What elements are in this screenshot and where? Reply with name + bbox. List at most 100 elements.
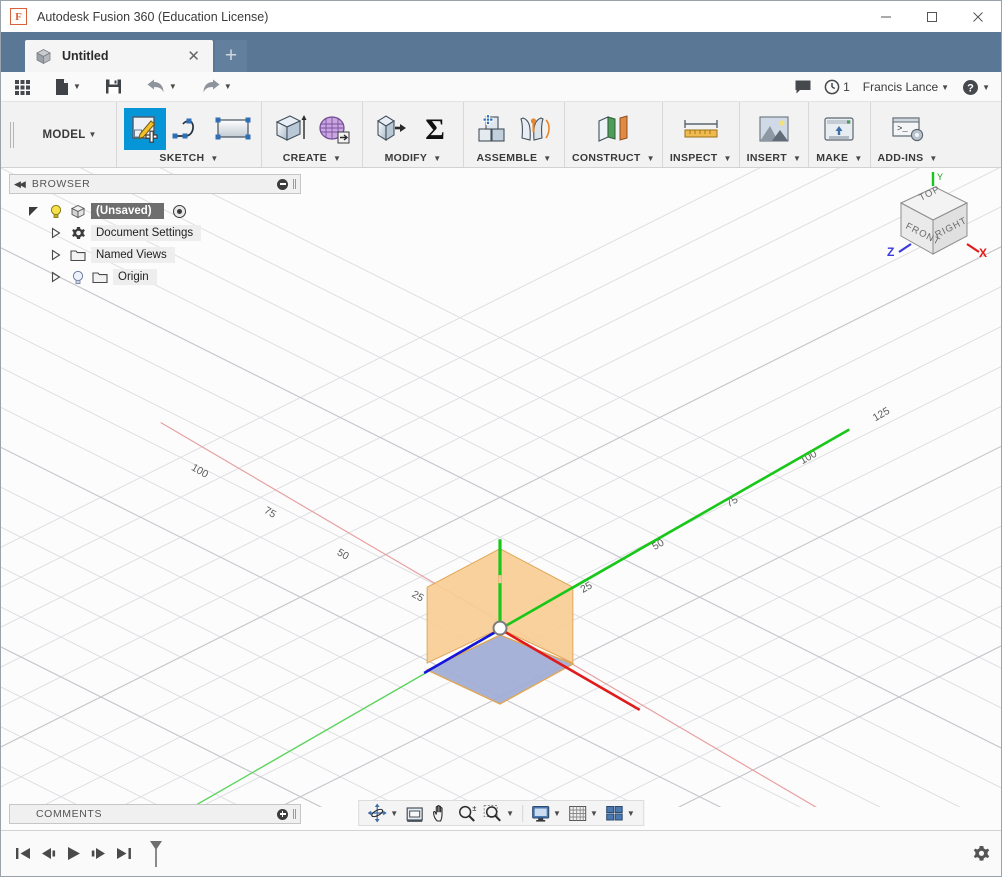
ribbon-group-title-addins[interactable]: ADD-INS ▼	[878, 152, 938, 167]
group-label: INSPECT	[669, 152, 718, 164]
3d-print-button[interactable]	[818, 108, 860, 150]
workspace-selector[interactable]: MODEL ▼	[23, 102, 117, 167]
offset-plane-button[interactable]	[592, 108, 634, 150]
svg-text:>_: >_	[897, 124, 908, 134]
expander-collapsed-icon[interactable]	[47, 227, 65, 239]
step-back-button[interactable]	[36, 839, 61, 869]
new-component-button[interactable]	[471, 108, 513, 150]
timeline-settings[interactable]	[972, 831, 991, 877]
origin-point	[492, 620, 508, 636]
display-settings-button[interactable]: ▼	[528, 801, 564, 825]
undo-button[interactable]: ▼	[141, 74, 182, 100]
chevron-down-icon: ▼	[210, 153, 219, 163]
ribbon-group-title-assemble[interactable]: ASSEMBLE ▼	[477, 152, 552, 167]
comments-panel[interactable]: COMMENTS	[9, 804, 301, 824]
create-form-button[interactable]	[313, 108, 355, 150]
ribbon-grip[interactable]	[1, 102, 23, 167]
view-cube[interactable]: Y Z X TOP FRONT RIGHT	[877, 170, 995, 272]
timeline-marker[interactable]	[148, 839, 164, 869]
panel-resize-grip[interactable]	[293, 179, 296, 189]
play-icon	[68, 847, 80, 860]
lightbulb-icon[interactable]	[47, 204, 65, 219]
look-at-button[interactable]	[402, 801, 427, 825]
tree-item-unsaved[interactable]: (Unsaved)	[19, 200, 301, 222]
zoom-window-button[interactable]: ▼	[480, 801, 517, 825]
close-icon[interactable]: ✕	[182, 49, 205, 64]
comments-controls	[277, 808, 296, 820]
pan-button[interactable]	[428, 801, 453, 825]
insert-mcmaster-button[interactable]	[753, 108, 795, 150]
job-status-button[interactable]: 1	[819, 74, 855, 100]
play-button[interactable]	[61, 839, 86, 869]
step-forward-button[interactable]	[86, 839, 111, 869]
viewports-button[interactable]: ▼	[602, 801, 638, 825]
app-grid-button[interactable]	[9, 74, 36, 100]
navigation-bar: ▼ ± ▼ ▼ ▼ ▼	[358, 800, 644, 826]
close-button[interactable]	[955, 1, 1001, 32]
app-logo-icon: F	[10, 8, 27, 25]
step-forward-icon	[91, 848, 105, 859]
user-menu-button[interactable]: Francis Lance ▼	[857, 74, 955, 100]
help-button[interactable]: ? ▼	[957, 74, 995, 100]
cube-icon	[35, 48, 52, 65]
ribbon-group-title-construct[interactable]: CONSTRUCT ▼	[572, 152, 655, 167]
fusion360-window: F Autodesk Fusion 360 (Education License…	[0, 0, 1002, 877]
spline-button[interactable]	[168, 108, 210, 150]
ribbon-group-title-create[interactable]: CREATE ▼	[283, 152, 341, 167]
document-tab-untitled[interactable]: Untitled ✕	[25, 40, 213, 72]
tree-item-origin[interactable]: Origin	[19, 266, 301, 288]
plus-circle-icon[interactable]	[277, 808, 288, 820]
panel-resize-grip[interactable]	[293, 809, 296, 819]
chevron-down-icon: ▼	[332, 153, 342, 163]
new-tab-button[interactable]: +	[215, 40, 247, 72]
redo-button[interactable]: ▼	[196, 74, 237, 100]
comments-button[interactable]	[789, 74, 817, 100]
rectangle-button[interactable]	[212, 108, 254, 150]
viewcube-z-axis	[898, 243, 912, 253]
minus-circle-icon[interactable]	[277, 178, 288, 190]
ribbon-group-title-inspect[interactable]: INSPECT ▼	[670, 152, 732, 167]
ribbon-group-title-modify[interactable]: MODIFY ▼	[385, 152, 442, 167]
expander-expanded-icon[interactable]	[25, 205, 43, 217]
minimize-button[interactable]	[863, 1, 909, 32]
extrude-button[interactable]	[269, 108, 311, 150]
group-label: MODIFY	[384, 152, 428, 164]
expander-collapsed-icon[interactable]	[47, 249, 65, 261]
maximize-button[interactable]	[909, 1, 955, 32]
press-pull-button[interactable]	[370, 108, 412, 150]
change-parameters-button[interactable]: Σ	[414, 108, 456, 150]
tree-item-named-views[interactable]: Named Views	[19, 244, 301, 266]
ribbon-group-title-make[interactable]: MAKE ▼	[816, 152, 862, 167]
ribbon-group-assemble: ASSEMBLE ▼	[464, 102, 565, 167]
folder-icon	[91, 270, 109, 284]
browser-tree: (Unsaved) Document Settings Named Views …	[9, 194, 301, 288]
viewcube-x-label: X	[979, 246, 987, 260]
zoom-icon: ±	[458, 804, 476, 822]
comments-title: COMMENTS	[36, 808, 103, 820]
chevron-down-icon: ▼	[390, 808, 399, 818]
ribbon-group-title-sketch[interactable]: SKETCH ▼	[159, 152, 218, 167]
browser-header[interactable]: ◀◀ BROWSER	[9, 174, 301, 194]
joint-button[interactable]	[515, 108, 557, 150]
gear-icon	[973, 845, 990, 861]
expander-collapsed-icon[interactable]	[47, 271, 65, 283]
go-to-beginning-button[interactable]	[11, 839, 36, 869]
orbit-button[interactable]: ▼	[364, 801, 401, 825]
save-button[interactable]	[100, 74, 127, 100]
zoom-button[interactable]: ±	[454, 801, 479, 825]
ribbon-group-insert: INSERT ▼	[740, 102, 810, 167]
ribbon-group-title-insert[interactable]: INSERT ▼	[747, 152, 802, 167]
create-sketch-button[interactable]	[124, 107, 166, 150]
step-back-icon	[42, 848, 56, 859]
tree-item-document-settings[interactable]: Document Settings	[19, 222, 301, 244]
scripts-addins-button[interactable]: >_	[887, 108, 929, 150]
collapse-left-icon[interactable]: ◀◀	[14, 179, 26, 190]
grid-snaps-button[interactable]: ▼	[565, 801, 601, 825]
go-to-end-button[interactable]	[111, 839, 136, 869]
activate-component-radio[interactable]	[172, 204, 186, 218]
file-menu-button[interactable]: ▼	[50, 74, 86, 100]
chevron-down-icon: ▼	[543, 153, 552, 163]
lightbulb-icon[interactable]	[69, 270, 87, 285]
divider	[522, 804, 524, 822]
measure-button[interactable]	[680, 108, 722, 150]
